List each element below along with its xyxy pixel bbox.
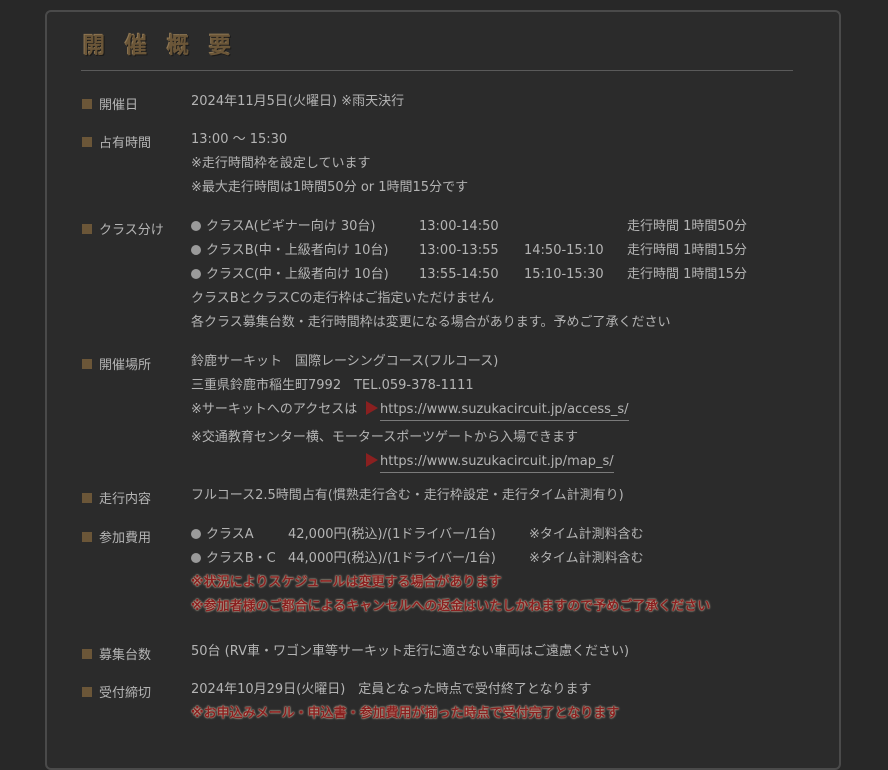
content-classes: クラスA(ビギナー向け 30台) 13:00-14:50 走行時間 1時間50分… — [191, 215, 791, 335]
content-time: 13:00 ～ 15:30 ※走行時間枠を設定しています ※最大走行時間は1時間… — [191, 128, 468, 200]
content-value: フルコース2.5時間占有(慣熟走行含む・走行枠設定・走行タイム計測有り) — [191, 488, 624, 503]
circle-bullet-icon — [191, 269, 201, 279]
time-range: 13:00 ～ 15:30 — [191, 132, 288, 147]
bullet-square-icon — [82, 136, 92, 147]
fee-note: ※タイム計測料含む — [529, 527, 644, 542]
class-row-a: クラスA(ビギナー向け 30台) 13:00-14:50 走行時間 1時間50分 — [191, 215, 791, 239]
access-prefix: ※サーキットへのアクセスは — [191, 402, 358, 417]
bullet-square-icon — [82, 223, 92, 234]
class-row-c: クラスC(中・上級者向け 10台) 13:55-14:50 15:10-15:3… — [191, 263, 791, 287]
access-link-wrap: https://www.suzukacircuit.jp/access_s/ — [366, 398, 629, 422]
bullet-square-icon — [82, 492, 92, 503]
bullet-square-icon — [82, 531, 92, 542]
fee-class-name: クラスA — [206, 527, 254, 542]
map-line: https://www.suzukacircuit.jp/map_s/ — [191, 450, 791, 474]
bullet-square-icon — [82, 686, 92, 697]
access-line: ※サーキットへのアクセスは https://www.suzukacircuit.… — [191, 398, 791, 422]
date-value: 2024年11月5日(火曜日) ※雨天決行 — [191, 94, 405, 109]
class-duration: 走行時間 1時間50分 — [627, 219, 747, 234]
circle-bullet-icon — [191, 245, 201, 255]
fee-warning-2: ※参加者様のご都合によるキャンセルへの返金はいたしかねますので予めご了承ください — [191, 599, 711, 614]
label-text: 開催場所 — [99, 358, 152, 373]
classes-note-2: 各クラス募集台数・走行時間枠は変更になる場合があります。予めご了承ください — [191, 315, 671, 330]
circle-bullet-icon — [191, 221, 201, 231]
fee-warning-1: ※状況によりスケジュールは変更する場合があります — [191, 575, 502, 590]
label-deadline: 受付締切 — [82, 682, 151, 701]
label-text: クラス分け — [99, 223, 164, 238]
map-link[interactable]: https://www.suzukacircuit.jp/map_s/ — [380, 452, 614, 473]
fee-price: 42,000円(税込)/(1ドライバー/1台) — [288, 527, 496, 542]
label-text: 走行内容 — [99, 492, 152, 507]
fee-row-a: クラスA 42,000円(税込)/(1ドライバー/1台) ※タイム計測料含む — [191, 523, 791, 547]
label-text: 参加費用 — [99, 531, 152, 546]
class-row-b: クラスB(中・上級者向け 10台) 13:00-13:55 14:50-15:1… — [191, 239, 791, 263]
content-deadline: 2024年10月29日(火曜日) 定員となった時点で受付終了となります ※お申込… — [191, 678, 619, 726]
bullet-square-icon — [82, 648, 92, 659]
label-text: 募集台数 — [99, 648, 152, 663]
fee-price: 44,000円(税込)/(1ドライバー/1台) — [288, 551, 496, 566]
content-venue: 鈴鹿サーキット 国際レーシングコース(フルコース) 三重県鈴鹿市稲生町7992 … — [191, 350, 791, 474]
time-note-2: ※最大走行時間は1時間50分 or 1時間15分です — [191, 180, 469, 195]
fee-note: ※タイム計測料含む — [529, 551, 644, 566]
venue-name: 鈴鹿サーキット 国際レーシングコース(フルコース) — [191, 354, 499, 369]
map-link-wrap: https://www.suzukacircuit.jp/map_s/ — [366, 450, 614, 474]
venue-address: 三重県鈴鹿市稲生町7992 TEL.059-378-1111 — [191, 378, 474, 393]
label-text: 受付締切 — [99, 686, 152, 701]
deadline-value: 2024年10月29日(火曜日) 定員となった時点で受付終了となります — [191, 682, 592, 697]
access-link[interactable]: https://www.suzukacircuit.jp/access_s/ — [380, 400, 629, 421]
content-capacity: 50台 (RV車・ワゴン車等サーキット走行に適さない車両はご遠慮ください) — [191, 640, 629, 664]
circle-bullet-icon — [191, 553, 201, 563]
label-text: 占有時間 — [99, 136, 152, 151]
class-duration: 走行時間 1時間15分 — [627, 267, 747, 282]
page-title: 開催概要 — [83, 33, 252, 59]
class-slot-2: 14:50-15:10 — [524, 243, 604, 258]
label-text: 開催日 — [99, 98, 139, 113]
label-time: 占有時間 — [82, 132, 151, 151]
gate-note: ※交通教育センター横、モータースポーツゲートから入場できます — [191, 430, 578, 445]
label-classes: クラス分け — [82, 219, 164, 238]
bullet-square-icon — [82, 358, 92, 369]
link-arrow-icon — [366, 453, 378, 467]
fee-row-bc: クラスB・C 44,000円(税込)/(1ドライバー/1台) ※タイム計測料含む — [191, 547, 791, 571]
classes-note-1: クラスBとクラスCの走行枠はご指定いただけません — [191, 291, 495, 306]
label-fee: 参加費用 — [82, 527, 151, 546]
circle-bullet-icon — [191, 529, 201, 539]
label-venue: 開催場所 — [82, 354, 151, 373]
class-name: クラスA(ビギナー向け 30台) — [206, 219, 376, 234]
time-note-1: ※走行時間枠を設定しています — [191, 156, 371, 171]
link-arrow-icon — [366, 401, 378, 415]
content-fee: クラスA 42,000円(税込)/(1ドライバー/1台) ※タイム計測料含む ク… — [191, 523, 791, 619]
label-content: 走行内容 — [82, 488, 151, 507]
content-date: 2024年11月5日(火曜日) ※雨天決行 — [191, 90, 404, 114]
class-duration: 走行時間 1時間15分 — [627, 243, 747, 258]
class-name: クラスB(中・上級者向け 10台) — [206, 243, 389, 258]
class-slot-1: 13:00-13:55 — [419, 243, 499, 258]
label-capacity: 募集台数 — [82, 644, 151, 663]
title-divider — [81, 70, 793, 71]
class-slot-2: 15:10-15:30 — [524, 267, 604, 282]
content-content: フルコース2.5時間占有(慣熟走行含む・走行枠設定・走行タイム計測有り) — [191, 484, 624, 508]
deadline-warning: ※お申込みメール・申込書・参加費用が揃った時点で受付完了となります — [191, 706, 620, 721]
class-slot-1: 13:55-14:50 — [419, 267, 499, 282]
class-name: クラスC(中・上級者向け 10台) — [206, 267, 389, 282]
bullet-square-icon — [82, 98, 92, 109]
capacity-value: 50台 (RV車・ワゴン車等サーキット走行に適さない車両はご遠慮ください) — [191, 644, 630, 659]
class-slot-1: 13:00-14:50 — [419, 219, 499, 234]
fee-class-name: クラスB・C — [206, 551, 276, 566]
label-date: 開催日 — [82, 94, 138, 113]
